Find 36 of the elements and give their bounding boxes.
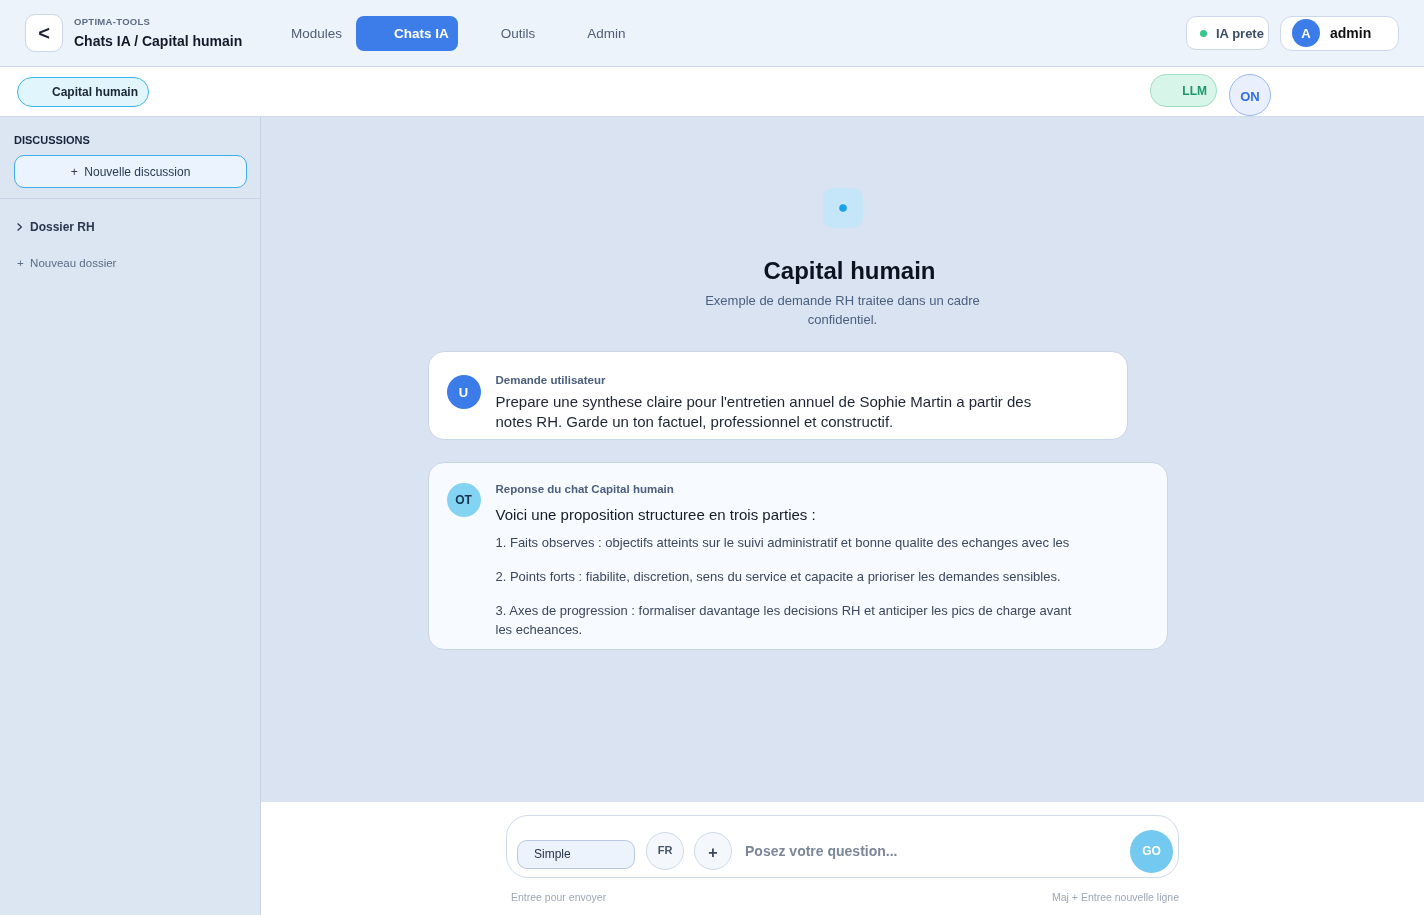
nav-tab[interactable]: Modules	[253, 15, 352, 51]
new-discussion-button[interactable]: + Nouvelle discussion	[14, 155, 247, 188]
user-menu-button[interactable]: A admin	[1280, 15, 1399, 51]
list-item: 1. Faits observes : objectifs atteints sur le suivi administratif et bonne qualite des echanges avec les	[495, 534, 1071, 552]
chat-title: Capital humain	[762, 256, 936, 286]
nav-tab[interactable]: Outils	[462, 15, 545, 51]
message-label: Reponse du chat Capital humain	[495, 482, 674, 497]
new-folder-link[interactable]: + Nouveau dossier	[16, 256, 117, 270]
message-text: Prepare une synthese claire pour l'entretien annuel de Sophie Martin a partir des notes RH. Garde un ton factuel, professionnel et constructif.	[495, 392, 1033, 432]
language-button[interactable]: FR	[646, 832, 684, 870]
message-label: Demande utilisateur	[495, 373, 606, 388]
message-intro: Voici une proposition structuree en trois parties :	[495, 505, 816, 525]
section-heading: DISCUSSIONS	[14, 133, 91, 147]
attach-button[interactable]: +	[694, 832, 732, 870]
mode-select[interactable]: Simple	[517, 839, 635, 869]
page-title: Chats IA / Capital humain	[74, 32, 243, 50]
chat-chip[interactable]: Capital humain	[17, 77, 149, 107]
nav-tab[interactable]: Chats IA	[356, 15, 458, 51]
user-avatar: U	[446, 375, 481, 409]
model-badge: LLM	[1150, 74, 1217, 107]
hint-text: Entree pour envoyer	[511, 890, 607, 904]
back-button[interactable]: <	[25, 14, 63, 52]
toggle-button[interactable]: ON	[1229, 74, 1271, 116]
status-text: IA prete	[1216, 25, 1264, 41]
hint-text: Maj + Entree nouvelle ligne	[1052, 890, 1179, 904]
brand-label: OPTIMA-TOOLS	[74, 16, 151, 28]
status-dot-icon	[1200, 29, 1207, 37]
folder-item[interactable]: Dossier RH	[16, 217, 95, 237]
dot-tile-icon	[822, 188, 863, 228]
assistant-avatar: OT	[446, 483, 481, 517]
user-avatar: A	[1292, 19, 1320, 47]
list-item: 3. Axes de progression : formaliser davantage les decisions RH et anticiper les pics de charge avant les echeances.	[495, 602, 1073, 639]
list-item: 2. Points forts : fiabilite, discretion, sens du service et capacite a prioriser les demandes sensibles.	[495, 568, 1062, 586]
nav-tab[interactable]: Admin	[549, 15, 635, 51]
chat-subtitle: Exemple de demande RH traitee dans un cadre confidentiel.	[704, 292, 981, 329]
message-input[interactable]: Posez votre question...	[745, 839, 1120, 863]
